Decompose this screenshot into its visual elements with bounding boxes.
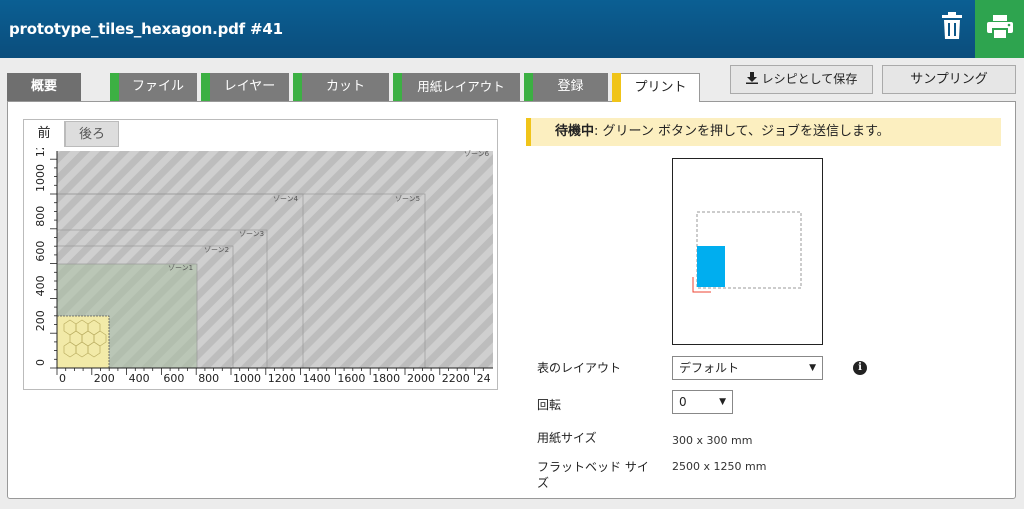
status-banner: 待機中: グリーン ボタンを押して、ジョブを送信します。 [526,118,1001,146]
x-tick-label: 1000 [233,372,261,385]
zone-5-label: ゾーン5 [395,195,420,203]
flatbed-canvas: ゾーン6 ゾーン5 ゾーン4 ゾーン3 ゾーン2 ゾーン1 0 200 400 600… [24,148,497,388]
x-tick-label: 24 [477,372,491,385]
tab-layers[interactable]: レイヤー [201,73,289,101]
x-tick-label: 1400 [303,372,331,385]
x-tick-label: 2200 [442,372,470,385]
x-tick-label: 400 [129,372,150,385]
job-title: prototype_tiles_hexagon.pdf #41 [9,20,283,38]
trash-icon[interactable] [938,12,966,42]
x-tick-label: 2000 [407,372,435,385]
y-tick-label: 800 [34,206,47,227]
zone-2-label: ゾーン2 [204,246,229,254]
y-tick-label: 1000 [34,164,47,192]
y-tick-label: 200 [34,310,47,331]
zone-1-label: ゾーン1 [168,264,193,272]
chevron-down-icon: ▼ [809,363,816,373]
tab-front[interactable]: 前 [24,121,65,147]
sampling-button[interactable]: サンプリング [882,65,1016,94]
status-message: : グリーン ボタンを押して、ジョブを送信します。 [594,124,890,139]
media-size-value: 300 x 300 mm [672,434,753,447]
print-button[interactable] [975,0,1024,58]
tab-media-layout[interactable]: 用紙レイアウト [393,73,520,101]
sheet-diagram [692,211,802,293]
download-icon [745,72,758,84]
y-tick-label: 600 [34,241,47,262]
y-tick-label: 1200 [34,148,47,157]
flatbed-size-label: フラットベッド サイズ [537,460,649,490]
rotation-label: 回転 [537,398,562,412]
y-tick-label: 0 [34,359,47,366]
save-as-recipe-button[interactable]: レシピとして保存 [730,65,873,94]
zone-6-label: ゾーン6 [464,150,490,158]
tab-back[interactable]: 後ろ [65,121,119,147]
app-header: prototype_tiles_hexagon.pdf #41 [0,0,1024,58]
x-tick-label: 1600 [337,372,365,385]
sheet-preview [672,158,823,345]
y-tick-label: 400 [34,275,47,296]
layout-label: 表のレイアウト [537,361,622,375]
tab-print[interactable]: プリント [612,73,700,102]
status-label: 待機中 [555,124,595,139]
x-tick-label: 1800 [372,372,400,385]
tab-cut[interactable]: カット [293,73,389,101]
tab-overview[interactable]: 概要 [7,73,81,101]
layout-select[interactable]: デフォルト ▼ [672,356,823,380]
x-tick-label: 200 [94,372,115,385]
printer-icon [987,15,1013,39]
x-tick-label: 1200 [268,372,296,385]
tab-registration[interactable]: 登録 [524,73,608,101]
info-icon[interactable]: i [853,361,867,375]
media-size-label: 用紙サイズ [537,431,597,445]
rotation-select[interactable]: 0 ▼ [672,390,733,414]
zone-4-label: ゾーン4 [273,195,299,203]
tab-file[interactable]: ファイル [110,73,197,101]
x-tick-label: 600 [163,372,184,385]
flatbed-size-value: 2500 x 1250 mm [672,460,767,473]
chevron-down-icon: ▼ [719,397,726,407]
x-tick-label: 800 [198,372,219,385]
job-block [697,246,725,287]
zone-3-label: ゾーン3 [239,230,264,238]
x-tick-label: 0 [59,372,66,385]
